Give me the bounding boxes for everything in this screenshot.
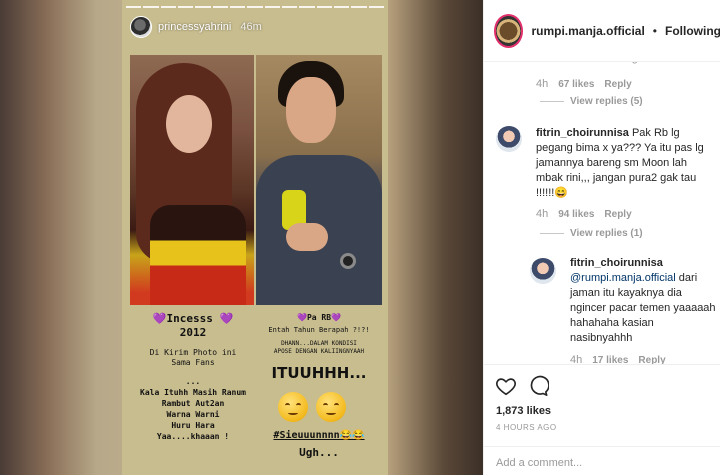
commenter-avatar[interactable] xyxy=(530,258,556,284)
right-caption-line2: DHANN...DALAM KONDISI APOSE DENGAN KALII… xyxy=(273,340,365,355)
reply-button[interactable]: Reply xyxy=(638,355,665,364)
comment-body: fitrin_choirunnisa Pak Rb lg pegang bima… xyxy=(536,126,712,201)
comment-likes[interactable]: 17 likes xyxy=(592,355,628,364)
post-actions: 1,873 likes 4 HOURS AGO xyxy=(484,364,720,436)
comment-username[interactable]: fitrin_choirunnisa xyxy=(536,127,629,139)
story-username: princessyahrini xyxy=(158,21,232,33)
comment-meta: 4h 17 likes Reply xyxy=(570,354,666,364)
view-replies-label: View replies (5) xyxy=(570,96,643,107)
right-caption-hashtag: #Sieuuunnnn😂😂 xyxy=(273,430,365,441)
comment-age[interactable]: 4h xyxy=(570,354,582,364)
post-timestamp: 4 HOURS AGO xyxy=(496,423,557,432)
story-progress-bars xyxy=(126,6,384,8)
view-replies-label: View replies (1) xyxy=(570,228,643,239)
comment-icon[interactable] xyxy=(527,375,549,397)
post-sidebar: rumpi.manja.official • Following Zaman d… xyxy=(483,0,720,475)
heart-icon[interactable] xyxy=(495,375,517,397)
comment-age[interactable]: 4h xyxy=(536,78,548,90)
author-username[interactable]: rumpi.manja.official xyxy=(531,24,644,38)
comments-list[interactable]: Zaman duluh mah gitu temen 4h 67 likes R… xyxy=(484,48,720,364)
emoji-face-icon xyxy=(278,392,308,422)
reply-mention[interactable]: @rumpi.manja.official xyxy=(570,272,676,284)
comment-likes[interactable]: 94 likes xyxy=(558,209,594,220)
comment-likes[interactable]: 67 likes xyxy=(558,79,594,90)
author-avatar[interactable] xyxy=(494,13,524,48)
story-image: princessyahrini 46m 💜Incesss 💜 2012 Di K… xyxy=(122,0,388,475)
view-replies-button[interactable]: View replies (1) xyxy=(540,228,643,239)
photo-woman xyxy=(130,55,254,305)
right-caption-line1: Entah Tahun Berapah ?!?! xyxy=(268,326,370,334)
reply-username[interactable]: fitrin_choirunnisa xyxy=(570,257,663,269)
comment-meta: 4h 67 likes Reply xyxy=(536,78,632,90)
story-header: princessyahrini 46m xyxy=(130,16,262,38)
commenter-avatar[interactable] xyxy=(496,126,522,152)
reply-button[interactable]: Reply xyxy=(604,79,631,90)
right-caption-big: ITUUHHH... xyxy=(271,364,367,382)
view-replies-button[interactable]: View replies (5) xyxy=(540,96,643,107)
right-caption-end: Ugh... xyxy=(299,446,339,459)
post-header: rumpi.manja.official • Following xyxy=(484,0,720,62)
comment-meta: 4h 94 likes Reply xyxy=(536,208,632,220)
add-comment-input[interactable]: Add a comment... xyxy=(484,446,720,475)
post-media[interactable]: princessyahrini 46m 💜Incesss 💜 2012 Di K… xyxy=(0,0,483,475)
reply-body: fitrin_choirunnisa @rumpi.manja.official… xyxy=(570,256,716,346)
story-time: 46m xyxy=(240,21,262,33)
right-caption-title: 💜Pa RB💜 xyxy=(296,313,341,322)
emoji-face-icon xyxy=(316,392,346,422)
comment-age[interactable]: 4h xyxy=(536,208,548,220)
story-avatar xyxy=(130,16,152,38)
likes-count[interactable]: 1,873 likes xyxy=(496,405,551,417)
following-button[interactable]: Following xyxy=(665,24,720,38)
header-separator: • xyxy=(652,23,657,38)
left-caption-line1: Di Kirim Photo ini Sama Fans xyxy=(149,348,237,367)
left-caption-line2: ... Kala Ituhh Masih Ranum Rambut Aut2an… xyxy=(140,377,246,441)
reply-button[interactable]: Reply xyxy=(604,209,631,220)
photo-man xyxy=(256,55,382,305)
left-caption-title: 💜Incesss 💜 2012 xyxy=(152,312,234,339)
pleading-emojis xyxy=(278,392,346,422)
